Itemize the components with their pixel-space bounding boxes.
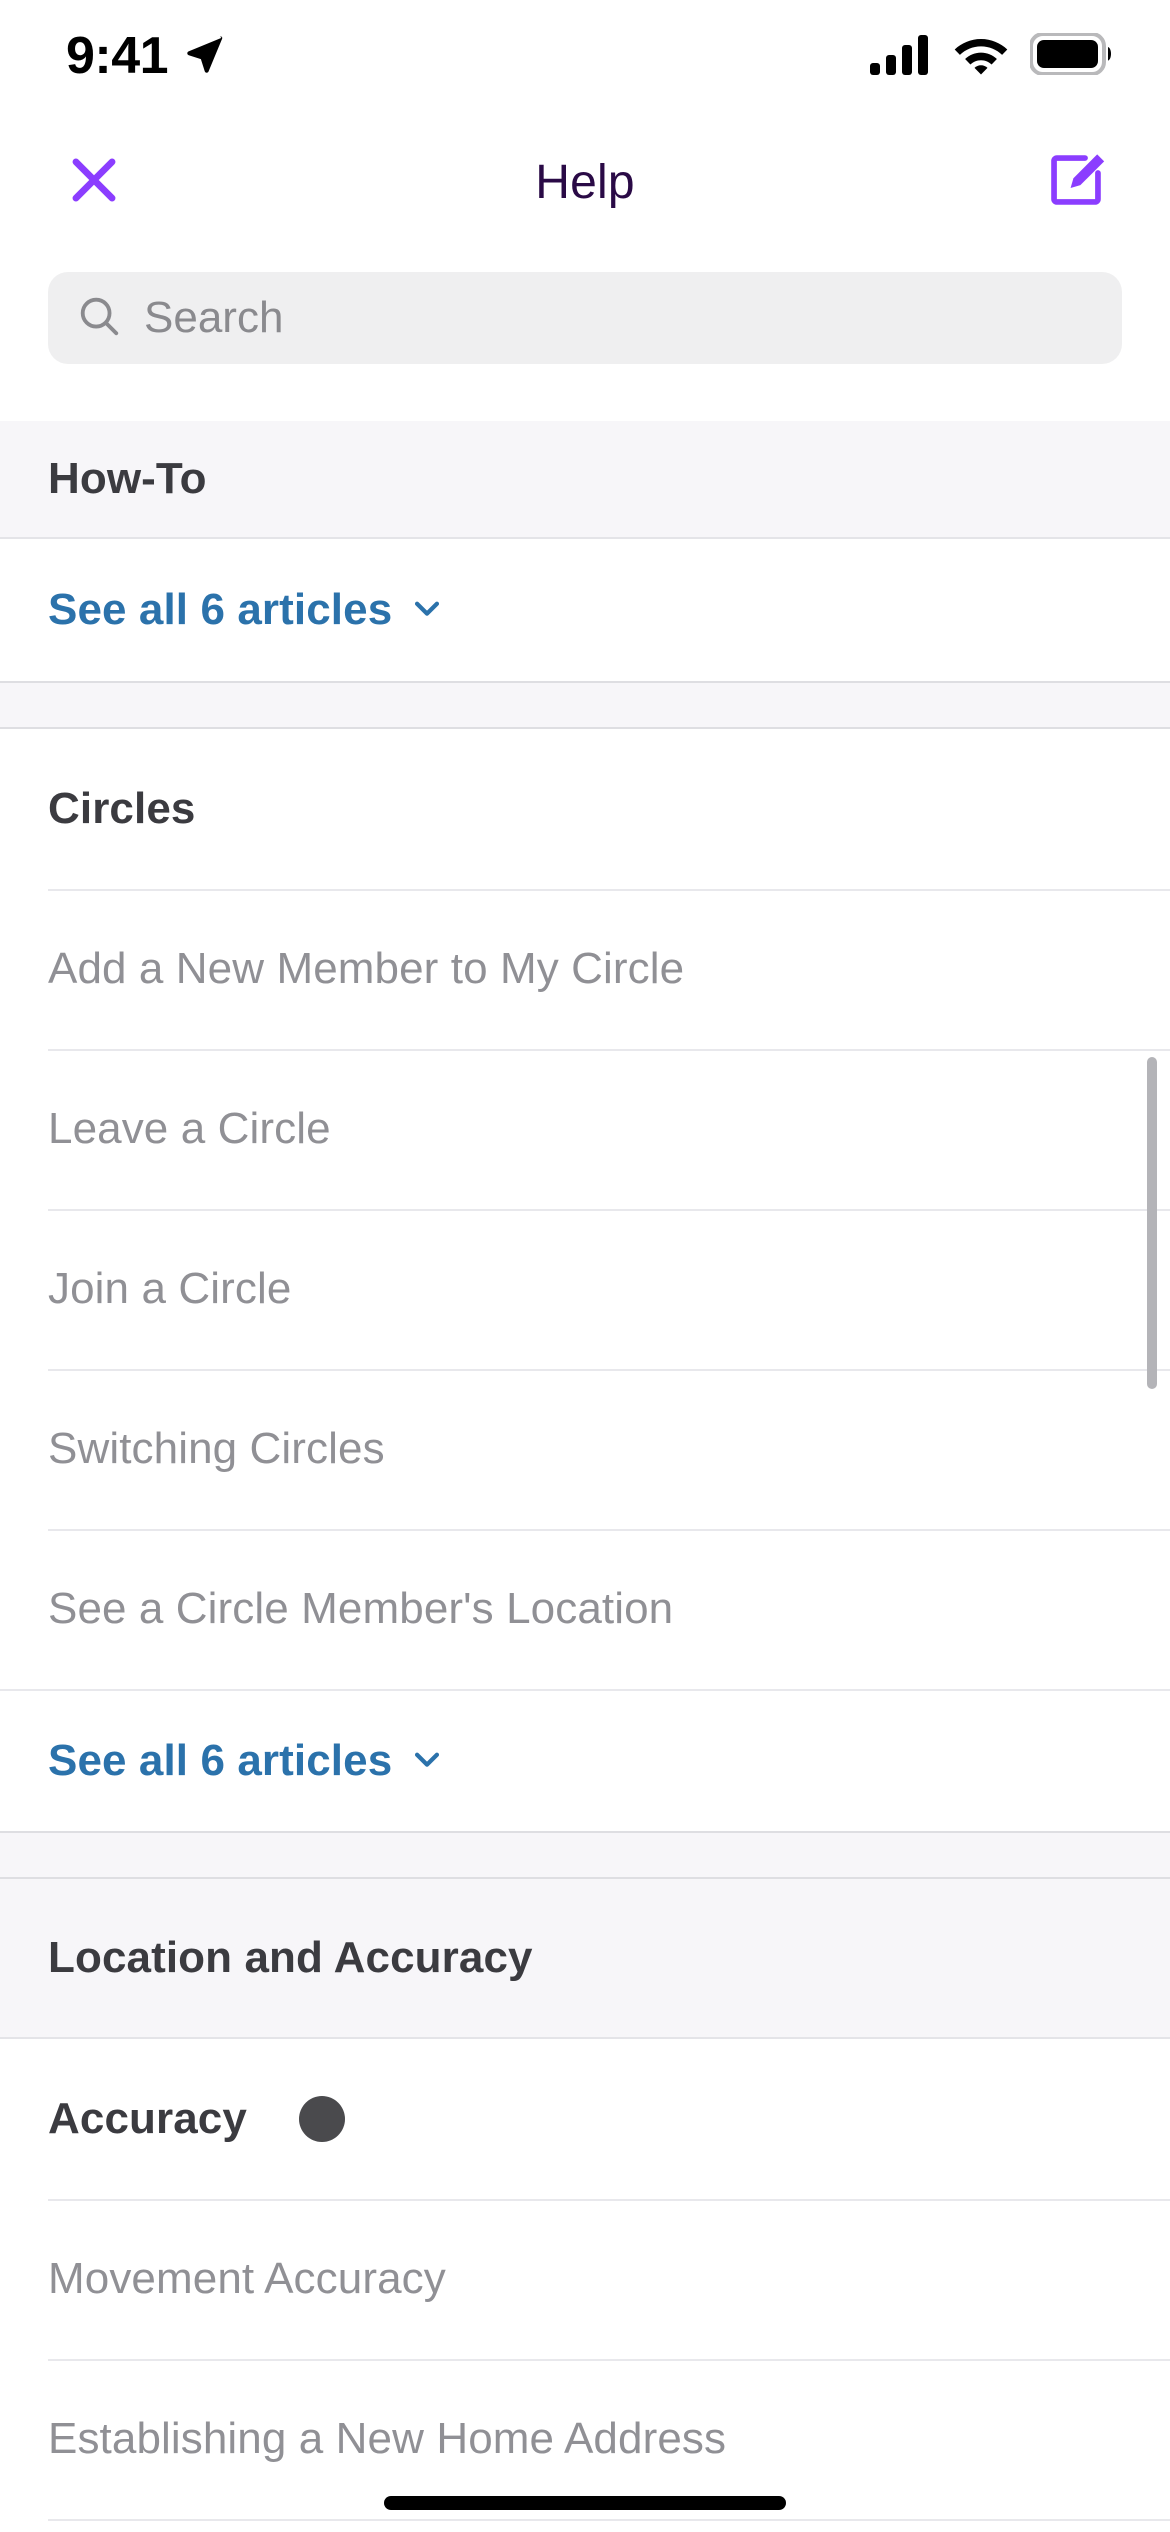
section-header-how-to: How-To — [0, 421, 1170, 539]
list-item-label: Establishing a New Home Address — [48, 2414, 727, 2463]
chevron-down-icon — [410, 591, 444, 630]
list-item[interactable]: Join a Circle — [0, 1209, 1170, 1369]
list-item-label: See a Circle Member's Location — [48, 1584, 674, 1633]
list-item[interactable]: Switching Circles — [0, 1369, 1170, 1529]
battery-full-icon — [1029, 31, 1114, 80]
list-item[interactable]: Add a New Member to My Circle — [0, 889, 1170, 1049]
section-header-circles: Circles — [0, 729, 1170, 889]
help-article-list[interactable]: How-To See all 6 articles Circles Add a … — [0, 421, 1170, 2532]
status-bar-right — [870, 31, 1114, 80]
cellular-signal-icon — [870, 33, 932, 80]
search-input[interactable] — [144, 293, 1094, 343]
see-all-articles-how-to[interactable]: See all 6 articles — [0, 539, 1170, 681]
list-item-label: Leave a Circle — [48, 1104, 331, 1153]
section-gap — [0, 1831, 1170, 1879]
vertical-scrollbar[interactable] — [1147, 1057, 1157, 1389]
list-item[interactable]: Movement Accuracy — [0, 2199, 1170, 2359]
search-bar[interactable] — [48, 272, 1122, 364]
section-title: Circles — [48, 784, 196, 833]
status-dot-icon — [298, 2096, 345, 2142]
compose-edit-icon — [1045, 149, 1107, 216]
list-item-label: Join a Circle — [48, 1264, 292, 1313]
list-item[interactable]: See a Circle Member's Location — [0, 1529, 1170, 1689]
chevron-down-icon — [410, 1742, 444, 1781]
phone-screen: 9:41 Help Search How-To See all 6 articl… — [0, 0, 1170, 2532]
section-header-location-and-accuracy: Location and Accuracy — [0, 1879, 1170, 2039]
location-arrow-icon — [182, 32, 226, 81]
list-item[interactable]: Leave a Circle — [0, 1049, 1170, 1209]
section-title: How-To — [48, 454, 207, 503]
status-bar-left: 9:41 — [66, 30, 226, 82]
page-title: Help — [535, 155, 635, 209]
list-item-label: Accuracy — [48, 2094, 247, 2143]
nav-bar: Help — [0, 112, 1170, 252]
home-indicator[interactable] — [384, 2496, 786, 2510]
section-gap — [0, 681, 1170, 729]
close-x-icon — [63, 149, 125, 216]
section-title: Location and Accuracy — [48, 1933, 533, 1982]
search-icon — [76, 293, 122, 344]
search-bar-container — [0, 272, 1170, 422]
close-button[interactable] — [46, 134, 142, 230]
status-bar: 9:41 — [0, 0, 1170, 112]
see-all-label: See all 6 articles — [48, 585, 393, 634]
list-item-label: Add a New Member to My Circle — [48, 944, 685, 993]
list-item-accuracy[interactable]: Accuracy — [0, 2039, 1170, 2199]
wifi-icon — [952, 33, 1010, 80]
status-time: 9:41 — [66, 27, 169, 85]
list-item[interactable]: Improve Location Accuracy (iOS) — [0, 2519, 1170, 2532]
see-all-label: See all 6 articles — [48, 1736, 393, 1785]
list-item-label: Movement Accuracy — [48, 2254, 446, 2303]
see-all-articles-circles[interactable]: See all 6 articles — [0, 1689, 1170, 1831]
list-item-label: Switching Circles — [48, 1424, 385, 1473]
list-item[interactable]: Establishing a New Home Address — [0, 2359, 1170, 2519]
compose-button[interactable] — [1028, 134, 1124, 230]
